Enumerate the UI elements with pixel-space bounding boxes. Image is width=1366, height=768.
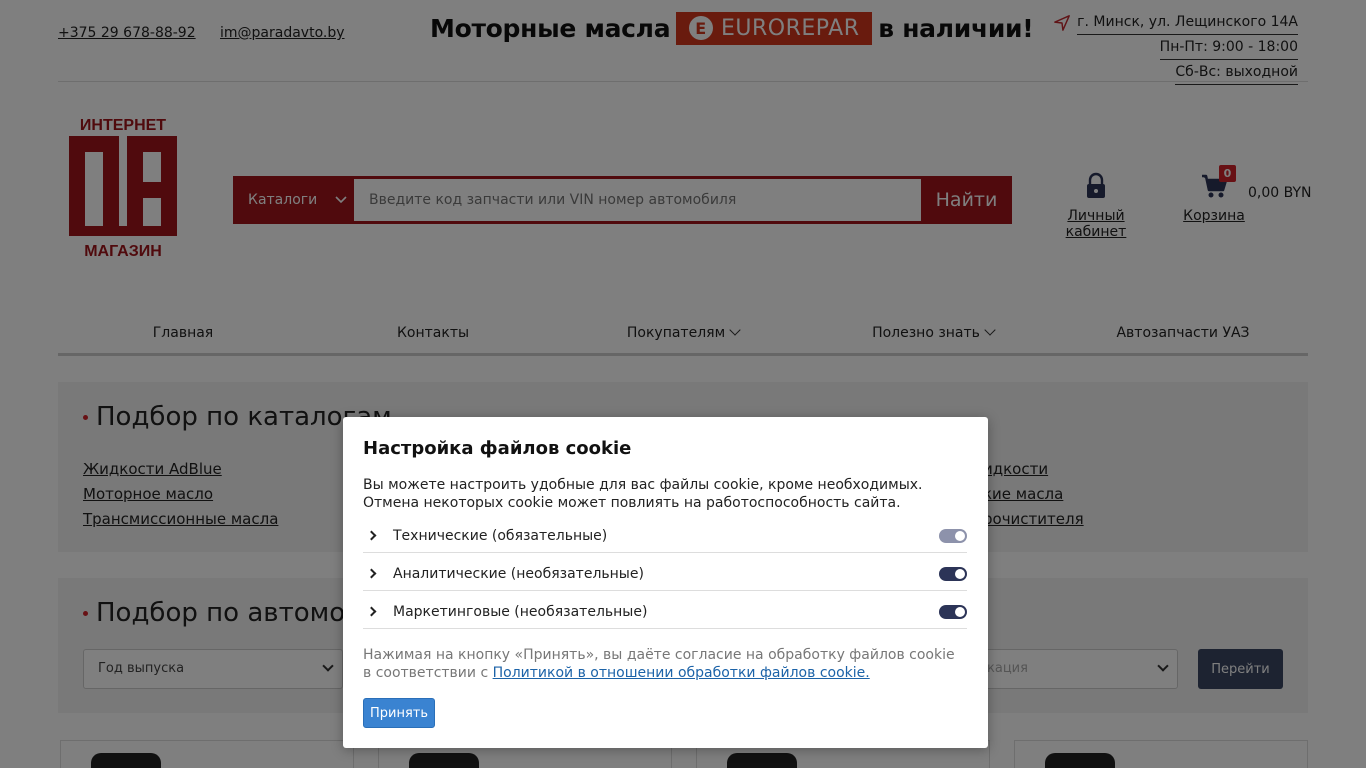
chevron-right-icon — [366, 606, 377, 617]
chevron-right-icon — [366, 530, 377, 541]
dialog-description: Вы можете настроить удобные для вас файл… — [363, 477, 923, 511]
cookie-category-label: Маркетинговые (необязательные) — [393, 603, 648, 620]
cookie-settings-dialog: Настройка файлов cookie Вы можете настро… — [343, 417, 988, 748]
cookie-category-label: Аналитические (необязательные) — [393, 565, 644, 582]
cookie-policy-link[interactable]: Политикой в отношении обработки файлов c… — [493, 665, 870, 681]
analytics-cookies-toggle[interactable] — [939, 566, 967, 581]
consent-note: Нажимая на кнопку «Принять», вы даёте со… — [363, 646, 963, 682]
cookie-category-analytics[interactable]: Аналитические (необязательные) — [363, 557, 967, 591]
technical-cookies-toggle — [939, 528, 967, 543]
dialog-title: Настройка файлов cookie — [363, 438, 632, 459]
cookie-category-marketing[interactable]: Маркетинговые (необязательные) — [363, 595, 967, 629]
accept-button[interactable]: Принять — [363, 698, 435, 728]
chevron-right-icon — [366, 568, 377, 579]
cookie-category-technical[interactable]: Технические (обязательные) — [363, 519, 967, 553]
marketing-cookies-toggle[interactable] — [939, 604, 967, 619]
cookie-category-label: Технические (обязательные) — [393, 527, 608, 544]
